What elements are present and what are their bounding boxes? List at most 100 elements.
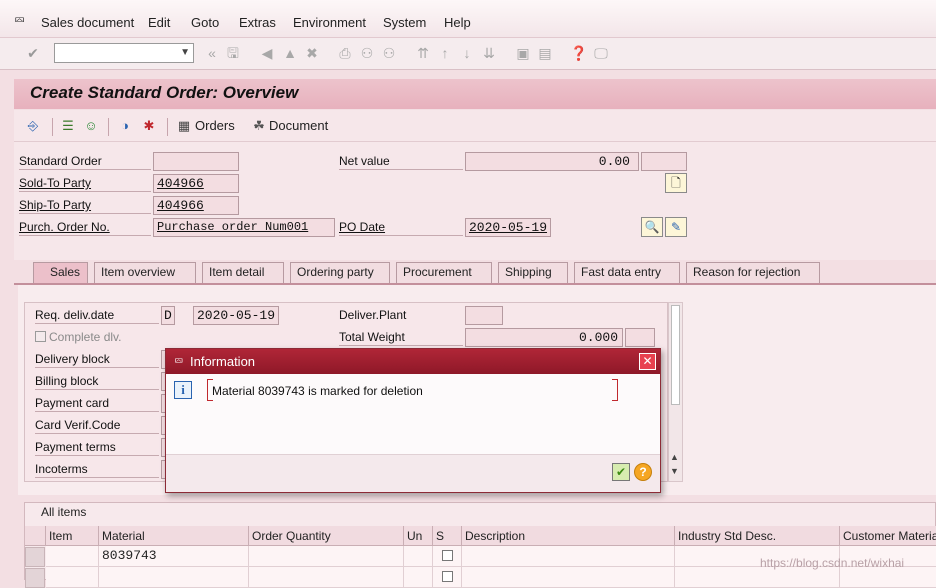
pricing-icon[interactable]: ✱ (141, 118, 157, 134)
row-checkbox[interactable] (442, 571, 453, 582)
display-header-icon[interactable]: ⎆ (25, 118, 41, 134)
menu-help[interactable]: Help (444, 15, 471, 30)
menu-environment[interactable]: Environment (293, 15, 366, 30)
table-row-quantity[interactable] (249, 567, 404, 588)
partner-icon[interactable]: ☺ (83, 118, 99, 134)
standard-toolbar: ✔ ▼ « 🖫 ◀ ▲ ✖ ⎙ ⚇ ⚇ ⇈ ↑ ↓ ⇊ ▣ ▤ ❓ 🖵 (0, 38, 936, 70)
window-menu-icon[interactable]: ⮹ (14, 12, 25, 29)
cancel-icon[interactable]: ✖ (303, 44, 321, 62)
po-date-label[interactable]: PO Date (339, 218, 463, 236)
shortcut-icon[interactable]: ▤ (536, 44, 554, 62)
command-field[interactable]: ▼ (54, 43, 194, 63)
table-row-unit[interactable] (404, 567, 433, 588)
menu-edit[interactable]: Edit (148, 15, 170, 30)
total-weight-label: Total Weight (339, 328, 463, 346)
column-material[interactable]: Material (99, 526, 249, 546)
po-date-field[interactable]: 2020-05-19 (465, 218, 551, 237)
document-button[interactable]: Document (269, 118, 328, 133)
dialog-message: Material 8039743 is marked for deletion (212, 384, 423, 398)
tab-item-overview[interactable]: Item overview (94, 262, 196, 283)
ship-to-party-label[interactable]: Ship-To Party (19, 196, 151, 214)
ship-to-party-field[interactable]: 404966 (153, 196, 239, 215)
tab-procurement[interactable]: Procurement (396, 262, 492, 283)
document-icon[interactable]: 🗋 (665, 173, 687, 193)
req-deliv-type-field[interactable]: D (161, 306, 175, 325)
row-selector[interactable] (25, 568, 45, 588)
table-row-status (433, 567, 462, 588)
layout-icon[interactable]: 🖵 (592, 44, 610, 62)
document-flow-icon[interactable]: ☘ (251, 118, 267, 134)
dialog-title-bar: ⮹ Information ✕ (166, 349, 660, 374)
row-checkbox[interactable] (442, 550, 453, 561)
sold-to-party-label[interactable]: Sold-To Party (19, 174, 151, 192)
find-icon[interactable]: ⚇ (358, 44, 376, 62)
row-selector[interactable] (25, 547, 45, 567)
purch-order-label[interactable]: Purch. Order No. (19, 218, 151, 236)
column-item[interactable]: Item (46, 526, 99, 546)
menu-sales-document[interactable]: Sales document (41, 15, 134, 30)
title-bar: Create Standard Order: Overview (14, 79, 936, 109)
tab-fast-data-entry[interactable]: Fast data entry (574, 262, 680, 283)
currency-field (641, 152, 687, 171)
req-deliv-date-field[interactable]: 2020-05-19 (193, 306, 279, 325)
menu-goto[interactable]: Goto (191, 15, 219, 30)
first-page-icon[interactable]: ⇈ (414, 44, 432, 62)
deliver-plant-field[interactable] (465, 306, 503, 325)
header-details-icon[interactable]: ☰ (60, 118, 76, 134)
close-icon[interactable]: ✕ (639, 353, 656, 370)
scrollbar-thumb[interactable] (671, 305, 680, 405)
scroll-down-icon[interactable]: ▼ (670, 466, 679, 476)
total-weight-field: 0.000 (465, 328, 623, 347)
help-button[interactable]: ? (634, 463, 652, 481)
table-row-material[interactable]: 8039743 (99, 546, 249, 567)
table-row-item[interactable] (46, 546, 99, 567)
row-selector-header[interactable] (25, 526, 46, 546)
column-customer-material[interactable]: Customer Materia (840, 526, 936, 546)
table-row-quantity[interactable] (249, 546, 404, 567)
table-row-item[interactable] (46, 567, 99, 588)
tab-reason-for-rejection[interactable]: Reason for rejection (686, 262, 820, 283)
menu-system[interactable]: System (383, 15, 426, 30)
tab-sales[interactable]: Sales (33, 262, 88, 283)
orders-button[interactable]: Orders (195, 118, 235, 133)
tab-ordering-party[interactable]: Ordering party (290, 262, 390, 283)
display-document-icon[interactable]: 🔍 (641, 217, 663, 237)
table-row-material[interactable] (99, 567, 249, 588)
complete-dlv-checkbox[interactable] (35, 331, 46, 342)
find-next-icon[interactable]: ⚇ (380, 44, 398, 62)
sold-to-party-field[interactable]: 404966 (153, 174, 239, 193)
exit-icon[interactable]: ▲ (281, 44, 299, 62)
standard-order-field[interactable] (153, 152, 239, 171)
print-icon[interactable]: ⎙ (336, 44, 354, 62)
scroll-up-icon[interactable]: ▲ (670, 452, 679, 462)
table-row-customer[interactable] (840, 567, 936, 588)
purch-order-field[interactable]: Purchase order Num001 (153, 218, 335, 237)
previous-page-icon[interactable]: ↑ (436, 44, 454, 62)
edit-document-icon[interactable]: ✎ (665, 217, 687, 237)
column-order-quantity[interactable]: Order Quantity (249, 526, 404, 546)
orders-icon[interactable]: ▦ (176, 118, 192, 134)
column-industry-std-desc[interactable]: Industry Std Desc. (675, 526, 840, 546)
ok-button[interactable]: ✔ (612, 463, 630, 481)
back-icon[interactable]: ◀ (258, 44, 276, 62)
next-page-icon[interactable]: ↓ (458, 44, 476, 62)
save-icon[interactable]: 🖫 (224, 44, 242, 62)
table-row-unit[interactable] (404, 546, 433, 567)
dialog-footer (166, 454, 660, 492)
tab-item-detail[interactable]: Item detail (202, 262, 284, 283)
column-description[interactable]: Description (462, 526, 675, 546)
chevron-down-icon[interactable]: ▼ (180, 47, 190, 58)
column-unit[interactable]: Un (404, 526, 433, 546)
help-icon[interactable]: ❓ (570, 44, 588, 62)
new-session-icon[interactable]: ▣ (514, 44, 532, 62)
table-row-description[interactable] (462, 567, 675, 588)
table-row-industry[interactable] (675, 567, 840, 588)
table-row-description[interactable] (462, 546, 675, 567)
tab-shipping[interactable]: Shipping (498, 262, 568, 283)
column-status[interactable]: S (433, 526, 462, 546)
net-value-field: 0.00 (465, 152, 639, 171)
menu-extras[interactable]: Extras (239, 15, 276, 30)
last-page-icon[interactable]: ⇊ (480, 44, 498, 62)
enter-check-icon[interactable]: ✔ (24, 44, 42, 62)
availability-icon[interactable]: ◑ (117, 118, 133, 134)
